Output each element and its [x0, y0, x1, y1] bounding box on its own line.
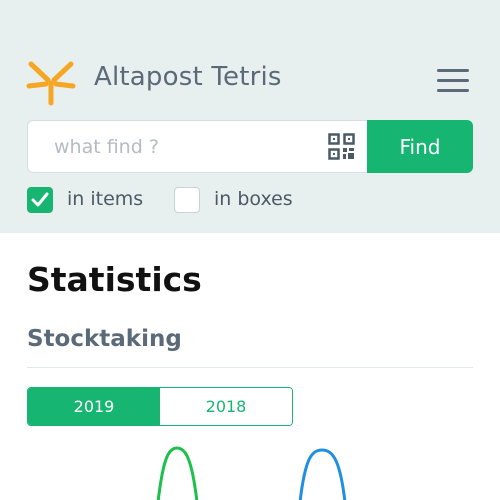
search-box: [27, 120, 369, 173]
section-title: Stocktaking: [27, 326, 182, 352]
series-line-2018: [298, 448, 347, 500]
asterisk-logo-icon[interactable]: [26, 53, 76, 107]
search-input[interactable]: [28, 121, 318, 172]
checkmark-icon: [31, 192, 49, 207]
in-items-label: in items: [67, 188, 144, 210]
tab-2018[interactable]: 2018: [160, 388, 292, 425]
series-line-2019: [156, 446, 199, 500]
section-divider: [27, 367, 473, 368]
header-panel: Altapost Tetris Find: [0, 0, 500, 233]
year-tabs: 2019 2018: [27, 387, 293, 426]
in-items-checkbox[interactable]: [27, 187, 53, 213]
tab-2019[interactable]: 2019: [28, 388, 160, 425]
app-title: Altapost Tetris: [94, 62, 282, 92]
qr-code-icon[interactable]: [328, 133, 355, 160]
in-boxes-label: in boxes: [214, 188, 293, 210]
page-title: Statistics: [27, 260, 202, 299]
hamburger-menu-icon[interactable]: [437, 69, 469, 93]
in-boxes-checkbox[interactable]: [174, 187, 200, 213]
find-button[interactable]: Find: [367, 120, 473, 173]
stocktaking-chart: [156, 446, 347, 500]
